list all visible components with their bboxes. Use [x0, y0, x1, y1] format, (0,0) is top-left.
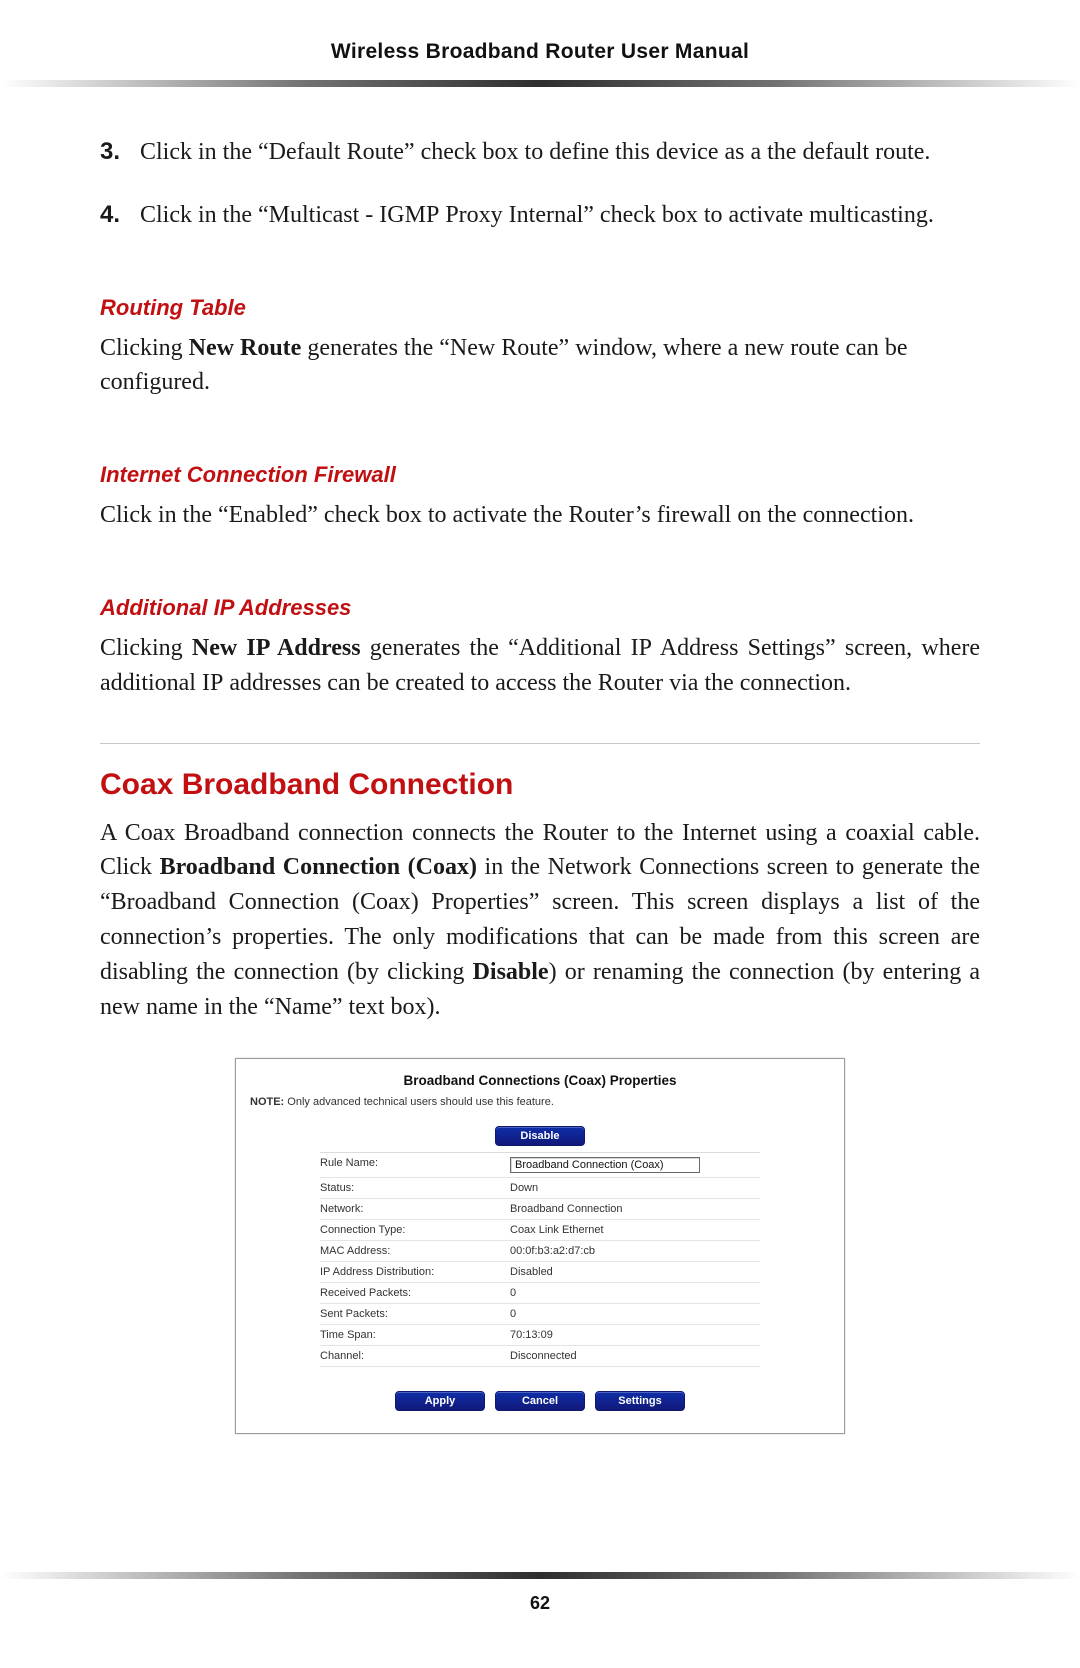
- subhead-routing-table: Routing Table: [100, 295, 980, 321]
- step-text: Click in the “Multicast - IGMP Proxy Int…: [140, 198, 980, 233]
- value-channel: Disconnected: [510, 1350, 760, 1362]
- label-timespan: Time Span:: [320, 1329, 510, 1341]
- panel-note-label: NOTE:: [250, 1096, 284, 1108]
- label-conn-type: Connection Type:: [320, 1224, 510, 1236]
- value-network: Broadband Connection: [510, 1203, 760, 1215]
- disable-row: Disable: [320, 1126, 760, 1153]
- settings-button[interactable]: Settings: [595, 1391, 685, 1411]
- running-head: Wireless Broadband Router User Manual: [0, 40, 1080, 80]
- label-channel: Channel:: [320, 1350, 510, 1362]
- properties-panel: Broadband Connections (Coax) Properties …: [235, 1058, 845, 1434]
- para-add-ip: Clicking New IP Address generates the “A…: [100, 631, 980, 701]
- cancel-button[interactable]: Cancel: [495, 1391, 585, 1411]
- value-tx: 0: [510, 1308, 760, 1320]
- value-ip-dist: Disabled: [510, 1266, 760, 1278]
- coax-p2-bold2: Disable: [473, 959, 549, 985]
- coax-p2-bold: Broadband Connection (Coax): [160, 854, 477, 880]
- step-number: 3.: [100, 135, 140, 170]
- section-divider: [100, 743, 980, 744]
- properties-panel-wrap: Broadband Connections (Coax) Properties …: [100, 1058, 980, 1434]
- value-conn-type: Coax Link Ethernet: [510, 1224, 760, 1236]
- row-timespan: Time Span: 70:13:09: [320, 1325, 760, 1346]
- step-4-pre: Click in the “Multicast -: [140, 202, 379, 228]
- row-status: Status: Down: [320, 1178, 760, 1199]
- footer-rule: [0, 1572, 1080, 1579]
- step-3: 3. Click in the “Default Route” check bo…: [100, 135, 980, 170]
- coax-p1: A Coax Broadband connection connects the…: [100, 820, 974, 846]
- aip-bold: New IP Address: [192, 635, 361, 661]
- subhead-firewall: Internet Connection Firewall: [100, 462, 980, 488]
- aip-post: addresses can be created to access the R…: [223, 670, 851, 696]
- apply-button[interactable]: Apply: [395, 1391, 485, 1411]
- row-channel: Channel: Disconnected: [320, 1346, 760, 1367]
- value-rx: 0: [510, 1287, 760, 1299]
- row-mac: MAC Address: 00:0f:b3:a2:d7:cb: [320, 1241, 760, 1262]
- step-number: 4.: [100, 198, 140, 233]
- label-network: Network:: [320, 1203, 510, 1215]
- row-rx: Received Packets: 0: [320, 1283, 760, 1304]
- h2-coax: Coax Broadband Connection: [100, 768, 980, 802]
- para-coax: A Coax Broadband connection connects the…: [100, 816, 980, 1025]
- step-4: 4. Click in the “Multicast - IGMP Proxy …: [100, 198, 980, 233]
- aip-mid: generates the “Additional: [361, 635, 631, 661]
- aip-sc2: IP: [202, 670, 223, 696]
- label-rx: Received Packets:: [320, 1287, 510, 1299]
- panel-note-text: Only advanced technical users should use…: [284, 1096, 554, 1108]
- rt-bold: New Route: [189, 335, 302, 361]
- page-content: 3. Click in the “Default Route” check bo…: [0, 135, 1080, 1434]
- step-4-post: Proxy Internal” check box to activate mu…: [439, 202, 934, 228]
- row-rule-name: Rule Name: Broadband Connection (Coax): [320, 1153, 760, 1178]
- aip-sc1: IP: [631, 635, 652, 661]
- rule-name-input[interactable]: Broadband Connection (Coax): [510, 1157, 700, 1173]
- footer: 62: [0, 1572, 1080, 1614]
- aip-pre: Clicking: [100, 635, 192, 661]
- label-tx: Sent Packets:: [320, 1308, 510, 1320]
- row-ip-dist: IP Address Distribution: Disabled: [320, 1262, 760, 1283]
- page-number: 62: [0, 1593, 1080, 1614]
- value-status: Down: [510, 1182, 760, 1194]
- para-firewall: Click in the “Enabled” check box to acti…: [100, 498, 980, 533]
- manual-page: Wireless Broadband Router User Manual 3.…: [0, 0, 1080, 1668]
- panel-grid: Disable Rule Name: Broadband Connection …: [320, 1126, 760, 1367]
- disable-button[interactable]: Disable: [495, 1126, 585, 1146]
- value-timespan: 70:13:09: [510, 1329, 760, 1341]
- label-mac: MAC Address:: [320, 1245, 510, 1257]
- panel-title: Broadband Connections (Coax) Properties: [250, 1073, 830, 1088]
- value-rule-name: Broadband Connection (Coax): [510, 1157, 760, 1173]
- subhead-add-ip: Additional IP Addresses: [100, 595, 980, 621]
- panel-note: NOTE: Only advanced technical users shou…: [250, 1096, 830, 1108]
- row-conn-type: Connection Type: Coax Link Ethernet: [320, 1220, 760, 1241]
- igmp-smallcaps: IGMP: [379, 202, 439, 228]
- label-status: Status:: [320, 1182, 510, 1194]
- rt-pre: Clicking: [100, 335, 189, 361]
- step-text: Click in the “Default Route” check box t…: [140, 135, 980, 170]
- row-network: Network: Broadband Connection: [320, 1199, 760, 1220]
- label-ip-dist: IP Address Distribution:: [320, 1266, 510, 1278]
- header-rule: [0, 80, 1080, 87]
- para-routing-table: Clicking New Route generates the “New Ro…: [100, 331, 980, 401]
- panel-actions: Apply Cancel Settings: [250, 1391, 830, 1411]
- label-rule-name: Rule Name:: [320, 1157, 510, 1173]
- value-mac: 00:0f:b3:a2:d7:cb: [510, 1245, 760, 1257]
- row-tx: Sent Packets: 0: [320, 1304, 760, 1325]
